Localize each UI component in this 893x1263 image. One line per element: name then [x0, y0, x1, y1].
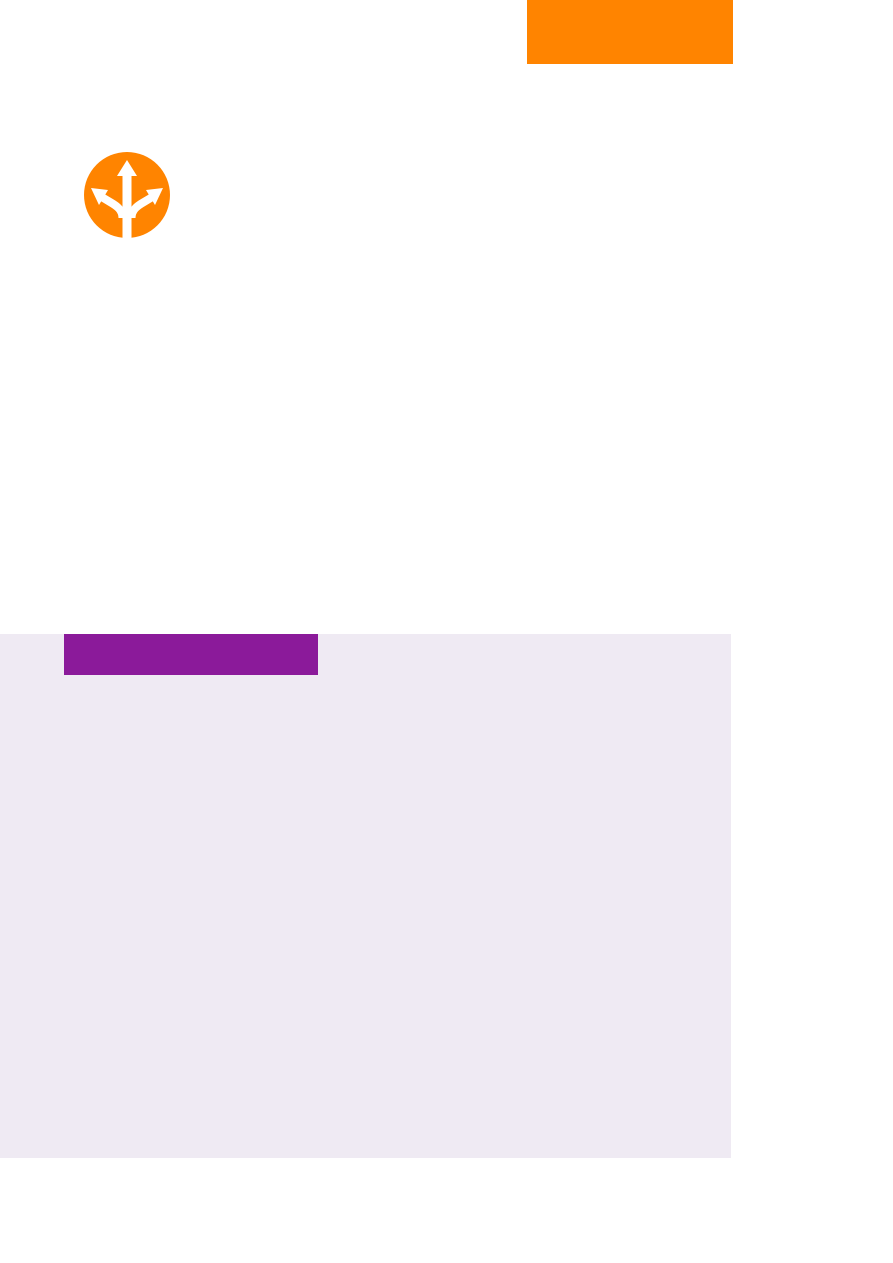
- split-arrows-icon: [84, 152, 170, 238]
- top-accent-bar: [527, 0, 733, 64]
- info-panel: [0, 634, 731, 1158]
- panel-tab: [64, 634, 318, 675]
- document-page: { "page": { "background_color": "#ffffff…: [0, 0, 893, 1263]
